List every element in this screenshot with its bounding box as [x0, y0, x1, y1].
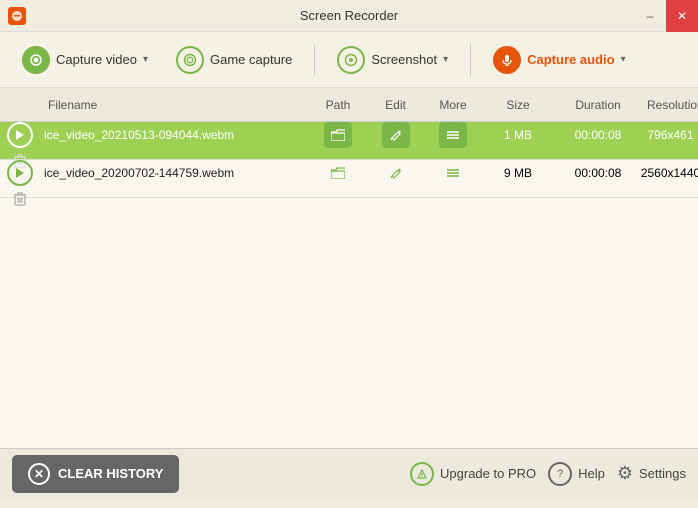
play-button[interactable]	[7, 122, 33, 148]
more-cell[interactable]	[423, 122, 483, 148]
upgrade-icon	[410, 462, 434, 486]
duration-text: 00:00:08	[575, 166, 622, 180]
delete-button[interactable]	[7, 186, 33, 212]
path-cell[interactable]	[308, 160, 368, 186]
capture-audio-chevron: ▾	[621, 54, 626, 65]
more-cell[interactable]	[423, 160, 483, 186]
file-table: Filename Path Edit More Size Duration Re…	[0, 88, 698, 448]
col-header-path: Path	[308, 98, 368, 112]
duration-text: 00:00:08	[575, 128, 622, 142]
play-cell[interactable]	[0, 122, 40, 148]
capture-audio-button[interactable]: Capture audio ▾	[483, 40, 635, 80]
filename-text: ice_video_20210513-094044.webm	[44, 128, 234, 142]
toolbar-divider-1	[314, 44, 315, 76]
play-button[interactable]	[7, 160, 33, 186]
capture-video-label: Capture video	[56, 52, 137, 67]
edit-cell[interactable]	[368, 160, 423, 186]
capture-video-chevron: ▾	[143, 54, 148, 65]
app-icon	[8, 7, 26, 25]
upgrade-pro-button[interactable]: Upgrade to PRO	[410, 462, 536, 486]
upgrade-pro-label: Upgrade to PRO	[440, 466, 536, 481]
more-button[interactable]	[439, 122, 467, 148]
screenshot-icon	[337, 46, 365, 74]
close-button[interactable]: ✕	[666, 0, 698, 32]
col-header-edit: Edit	[368, 98, 423, 112]
game-capture-label: Game capture	[210, 52, 292, 67]
more-button[interactable]	[439, 160, 467, 186]
play-cell[interactable]	[0, 160, 40, 186]
app-title: Screen Recorder	[300, 8, 398, 23]
empty-area	[0, 198, 698, 448]
duration-cell: 00:00:08	[553, 166, 643, 180]
resolution-cell: 796x461	[643, 128, 698, 142]
col-header-more: More	[423, 98, 483, 112]
table-header: Filename Path Edit More Size Duration Re…	[0, 88, 698, 122]
delete-cell[interactable]	[0, 186, 40, 212]
clear-history-button[interactable]: ✕ CLEAR HISTORY	[12, 455, 179, 493]
path-button[interactable]	[324, 160, 352, 186]
screenshot-label: Screenshot	[371, 52, 437, 67]
filename-text: ice_video_20200702-144759.webm	[44, 166, 234, 180]
size-text: 9 MB	[504, 166, 532, 180]
filename-cell: ice_video_20200702-144759.webm	[40, 166, 308, 180]
help-label: Help	[578, 466, 605, 481]
settings-icon: ⚙	[617, 463, 633, 484]
size-cell: 1 MB	[483, 128, 553, 142]
capture-video-button[interactable]: Capture video ▾	[12, 40, 158, 80]
col-header-filename: Filename	[40, 98, 308, 112]
settings-button[interactable]: ⚙ Settings	[617, 463, 686, 484]
table-row[interactable]: ice_video_20200702-144759.webm	[0, 160, 698, 198]
size-text: 1 MB	[504, 128, 532, 142]
capture-audio-icon	[493, 46, 521, 74]
window-controls: – ✕	[634, 0, 698, 32]
clear-history-label: CLEAR HISTORY	[58, 466, 163, 481]
screenshot-chevron: ▾	[443, 54, 448, 65]
edit-button[interactable]	[382, 122, 410, 148]
edit-cell[interactable]	[368, 122, 423, 148]
resolution-text: 796x461	[647, 128, 693, 142]
size-cell: 9 MB	[483, 166, 553, 180]
minimize-button[interactable]: –	[634, 0, 666, 32]
resolution-cell: 2560x1440	[643, 166, 698, 180]
path-cell[interactable]	[308, 122, 368, 148]
clear-icon: ✕	[28, 463, 50, 485]
path-button[interactable]	[324, 122, 352, 148]
screenshot-button[interactable]: Screenshot ▾	[327, 40, 458, 80]
toolbar-divider-2	[470, 44, 471, 76]
game-capture-button[interactable]: Game capture	[166, 40, 302, 80]
table-row[interactable]: ice_video_20210513-094044.webm	[0, 122, 698, 160]
col-header-duration: Duration	[553, 98, 643, 112]
duration-cell: 00:00:08	[553, 128, 643, 142]
toolbar: Capture video ▾ Game capture Screenshot …	[0, 32, 698, 88]
col-header-resolution: Resolution	[643, 98, 698, 112]
resolution-text: 2560x1440	[641, 166, 698, 180]
filename-cell: ice_video_20210513-094044.webm	[40, 128, 308, 142]
game-capture-icon	[176, 46, 204, 74]
footer: ✕ CLEAR HISTORY Upgrade to PRO ? Help ⚙ …	[0, 448, 698, 498]
capture-video-icon	[22, 46, 50, 74]
settings-label: Settings	[639, 466, 686, 481]
title-bar: Screen Recorder – ✕	[0, 0, 698, 32]
help-icon: ?	[548, 462, 572, 486]
help-button[interactable]: ? Help	[548, 462, 605, 486]
capture-audio-label: Capture audio	[527, 52, 614, 67]
edit-button[interactable]	[382, 160, 410, 186]
col-header-size: Size	[483, 98, 553, 112]
